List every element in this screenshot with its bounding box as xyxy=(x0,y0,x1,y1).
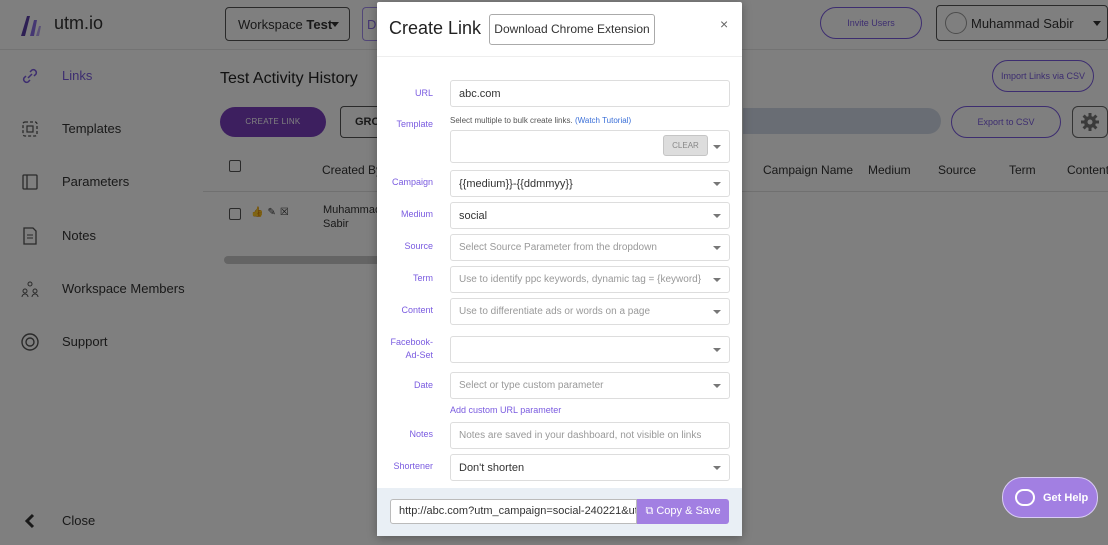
date-label: Date xyxy=(413,380,433,390)
facebook-ad-set-select[interactable] xyxy=(450,336,730,363)
medium-value: social xyxy=(459,210,488,222)
campaign-label: Campaign xyxy=(391,177,433,187)
template-select[interactable]: CLEAR xyxy=(450,130,730,163)
template-hint-text: Select multiple to bulk create links. xyxy=(450,116,573,125)
date-select[interactable]: Select or type custom parameter xyxy=(450,372,730,399)
create-link-modal: Create Link Download Chrome Extension × … xyxy=(377,2,742,536)
date-placeholder: Select or type custom parameter xyxy=(459,380,604,391)
source-placeholder: Select Source Parameter from the dropdow… xyxy=(459,242,657,253)
term-placeholder: Use to identify ppc keywords, dynamic ta… xyxy=(459,274,702,285)
content-placeholder: Use to differentiate ads or words on a p… xyxy=(459,306,651,317)
get-help-button[interactable]: Get Help xyxy=(1002,477,1098,518)
term-select[interactable]: Use to identify ppc keywords, dynamic ta… xyxy=(450,266,730,293)
notes-field[interactable]: Notes are saved in your dashboard, not v… xyxy=(450,422,730,449)
url-field[interactable]: abc.com xyxy=(450,80,730,107)
chevron-down-icon xyxy=(713,348,721,352)
term-label: Term xyxy=(413,273,433,283)
medium-label: Medium xyxy=(400,209,433,219)
template-label: Template xyxy=(396,119,433,129)
facebook-ad-set-label: Facebook-Ad-Set xyxy=(390,337,433,360)
chevron-down-icon xyxy=(713,278,721,282)
get-help-label: Get Help xyxy=(1043,492,1089,504)
template-hint: Select multiple to bulk create links. (W… xyxy=(450,116,631,125)
modal-title: Create Link xyxy=(389,18,482,38)
chevron-down-icon xyxy=(713,145,721,149)
download-extension-button[interactable]: Download Chrome Extension xyxy=(489,14,655,45)
content-select[interactable]: Use to differentiate ads or words on a p… xyxy=(450,298,730,325)
campaign-value: {{medium}}-{{ddmmyy}} xyxy=(459,178,573,190)
modal-footer: http://abc.com?utm_campaign=social-24022… xyxy=(377,488,742,536)
add-custom-parameter-link[interactable]: Add custom URL parameter xyxy=(450,405,561,415)
chevron-down-icon xyxy=(713,214,721,218)
url-label: URL xyxy=(414,88,433,98)
copy-save-button[interactable]: ⧉ Copy & Save xyxy=(637,499,729,524)
shortener-value: Don't shorten xyxy=(459,462,525,474)
copy-icon: ⧉ xyxy=(645,505,654,517)
modal-header: Create Link Download Chrome Extension × xyxy=(377,2,742,57)
copy-save-label: Copy & Save xyxy=(656,505,721,517)
source-select[interactable]: Select Source Parameter from the dropdow… xyxy=(450,234,730,261)
chevron-down-icon xyxy=(713,182,721,186)
chevron-down-icon xyxy=(713,466,721,470)
shortener-label: Shortener xyxy=(393,461,433,471)
source-label: Source xyxy=(404,241,433,251)
campaign-select[interactable]: {{medium}}-{{ddmmyy}} xyxy=(450,170,730,197)
close-icon[interactable]: × xyxy=(720,16,728,32)
notes-label: Notes xyxy=(409,429,433,439)
medium-select[interactable]: social xyxy=(450,202,730,229)
chevron-down-icon xyxy=(713,246,721,250)
chevron-down-icon xyxy=(713,384,721,388)
content-label: Content xyxy=(401,305,433,315)
generated-url-field[interactable]: http://abc.com?utm_campaign=social-24022… xyxy=(390,499,637,524)
watch-tutorial-link[interactable]: (Watch Tutorial) xyxy=(575,116,631,125)
chat-bubble-icon xyxy=(1015,489,1035,506)
chevron-down-icon xyxy=(713,310,721,314)
clear-button[interactable]: CLEAR xyxy=(663,135,708,156)
shortener-select[interactable]: Don't shorten xyxy=(450,454,730,481)
